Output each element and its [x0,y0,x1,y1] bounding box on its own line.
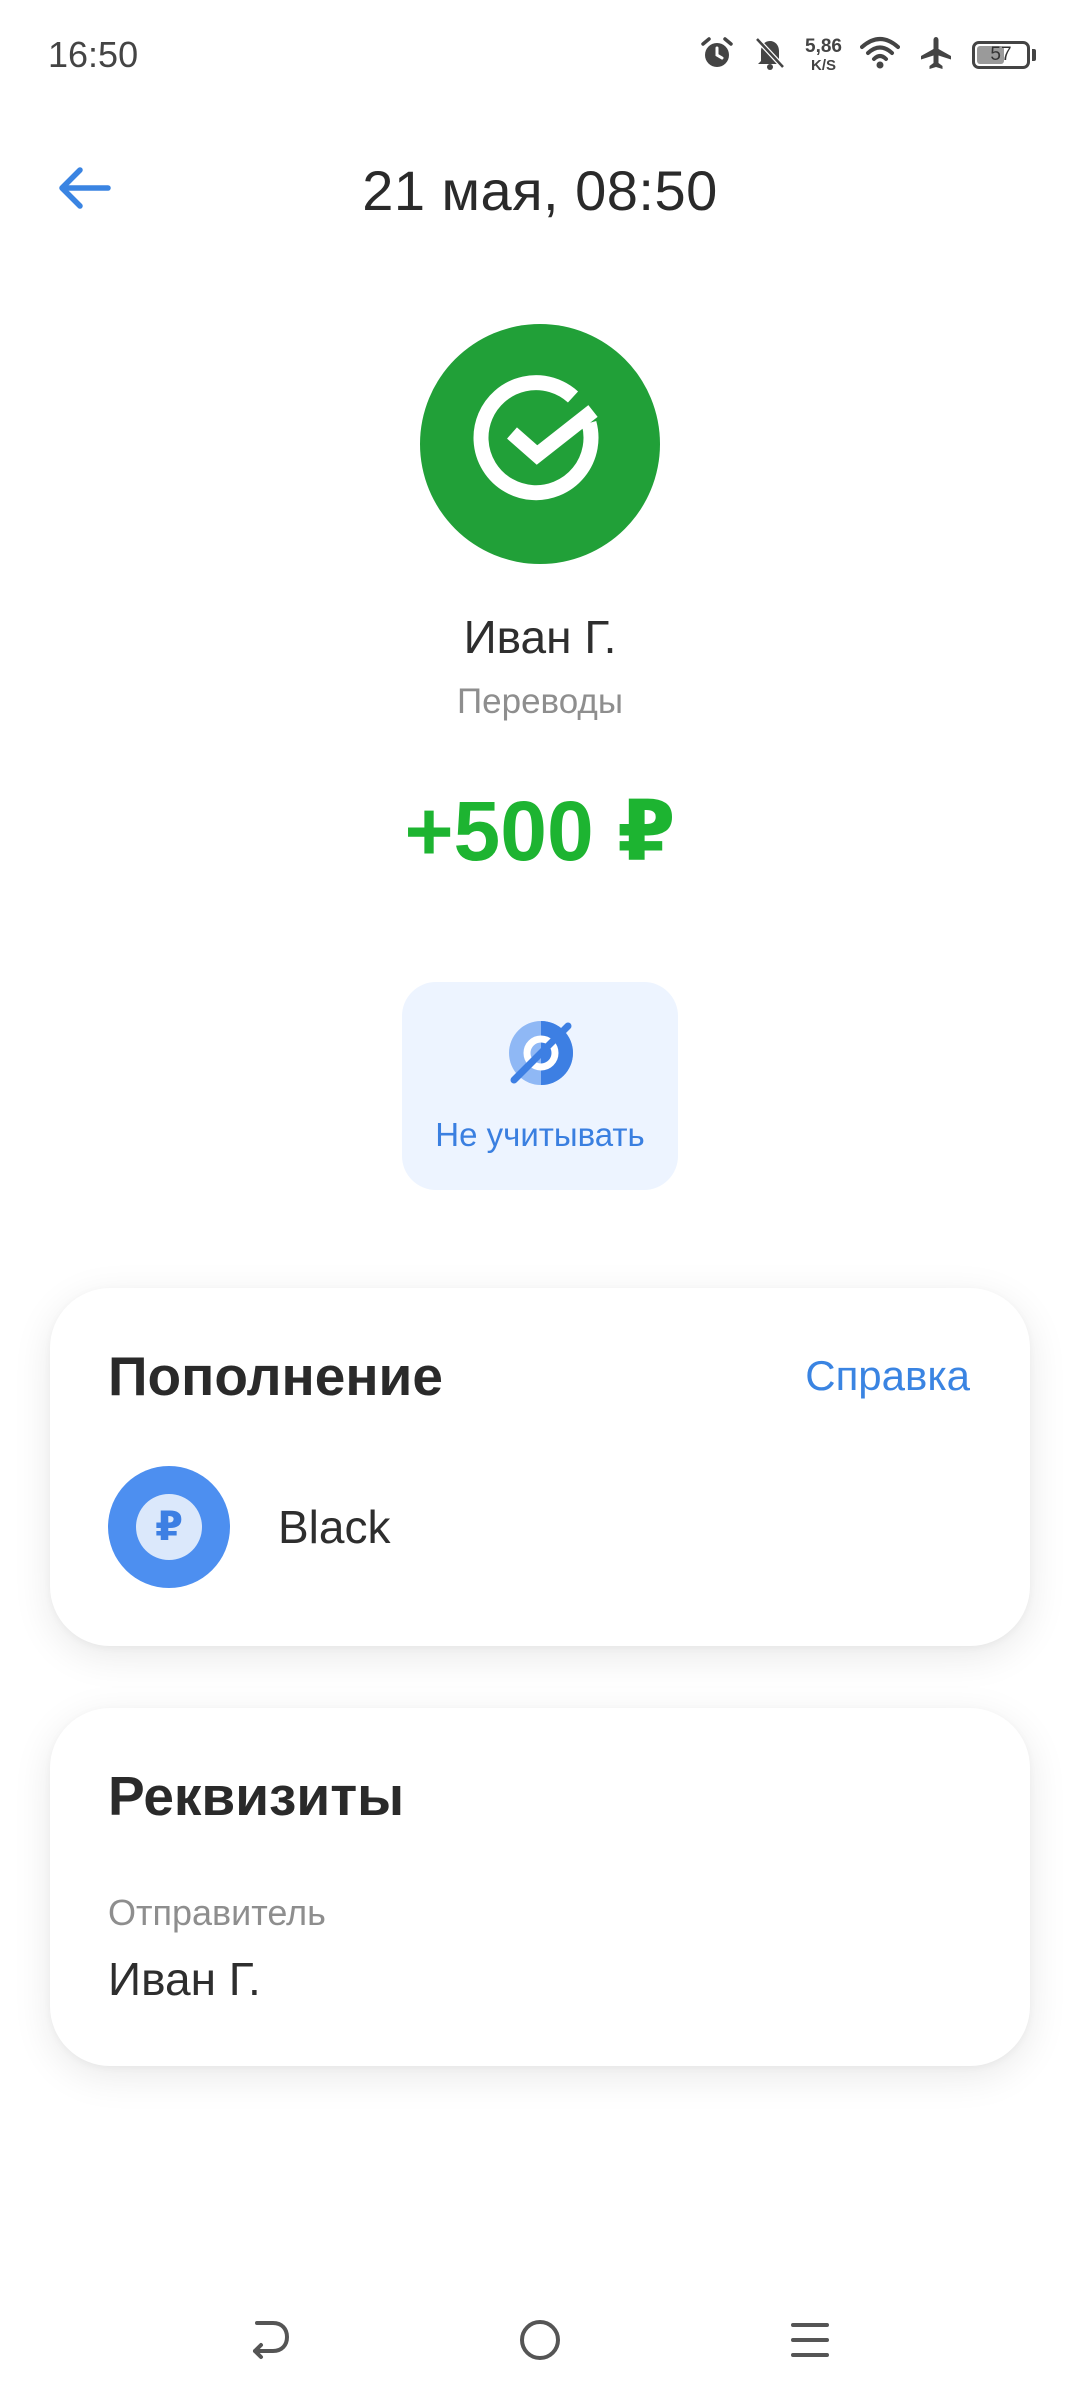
system-navigation-bar [0,2290,1080,2390]
nav-back-button[interactable] [238,2310,302,2374]
nav-back-icon [247,2317,293,2368]
network-speed: 5,86 K/S [805,37,842,73]
payer-name: Иван Г. [463,611,617,663]
wifi-icon [860,36,900,75]
account-name: Black [278,1501,391,1553]
nav-home-icon [517,2317,563,2368]
network-speed-value: 5,86 [805,36,842,57]
status-icons: 5,86 K/S 57 [699,30,1036,80]
details-card-title: Реквизиты [108,1765,405,1827]
deposit-card: Пополнение Справка ₽ Black [50,1288,1030,1646]
battery-tip [1032,49,1036,61]
sender-label: Отправитель [108,1892,326,1933]
app-bar: 21 мая, 08:50 [0,140,1080,240]
account-row[interactable]: ₽ Black [108,1466,972,1588]
nav-menu-icon [787,2317,833,2368]
deposit-card-title: Пополнение [108,1345,443,1407]
ruble-account-icon: ₽ [108,1466,230,1588]
transaction-amount: +500 ₽ [404,784,676,878]
battery-indicator: 57 [972,41,1030,69]
status-bar: 16:50 5,86 K/S 57 [0,0,1080,110]
ignore-transaction-button[interactable]: Не учитывать [402,982,678,1190]
nav-menu-button[interactable] [778,2310,842,2374]
ignore-transaction-label: Не учитывать [435,1116,645,1153]
sber-check-icon [465,367,615,522]
airplane-icon [918,35,954,76]
help-link[interactable]: Справка [805,1352,970,1400]
bell-muted-icon [753,35,787,76]
page-title: 21 мая, 08:50 [362,159,718,222]
sender-value: Иван Г. [108,1953,261,2005]
nav-home-button[interactable] [508,2310,572,2374]
alarm-icon [699,35,735,76]
sber-logo [420,324,660,564]
payer-category: Переводы [456,682,624,721]
details-card: Реквизиты Отправитель Иван Г. [50,1708,1030,2066]
network-speed-unit: K/S [811,57,837,74]
ignore-icon [506,1018,576,1088]
ruble-symbol: ₽ [136,1494,202,1560]
battery-level: 57 [990,44,1012,65]
status-time: 16:50 [48,34,139,75]
